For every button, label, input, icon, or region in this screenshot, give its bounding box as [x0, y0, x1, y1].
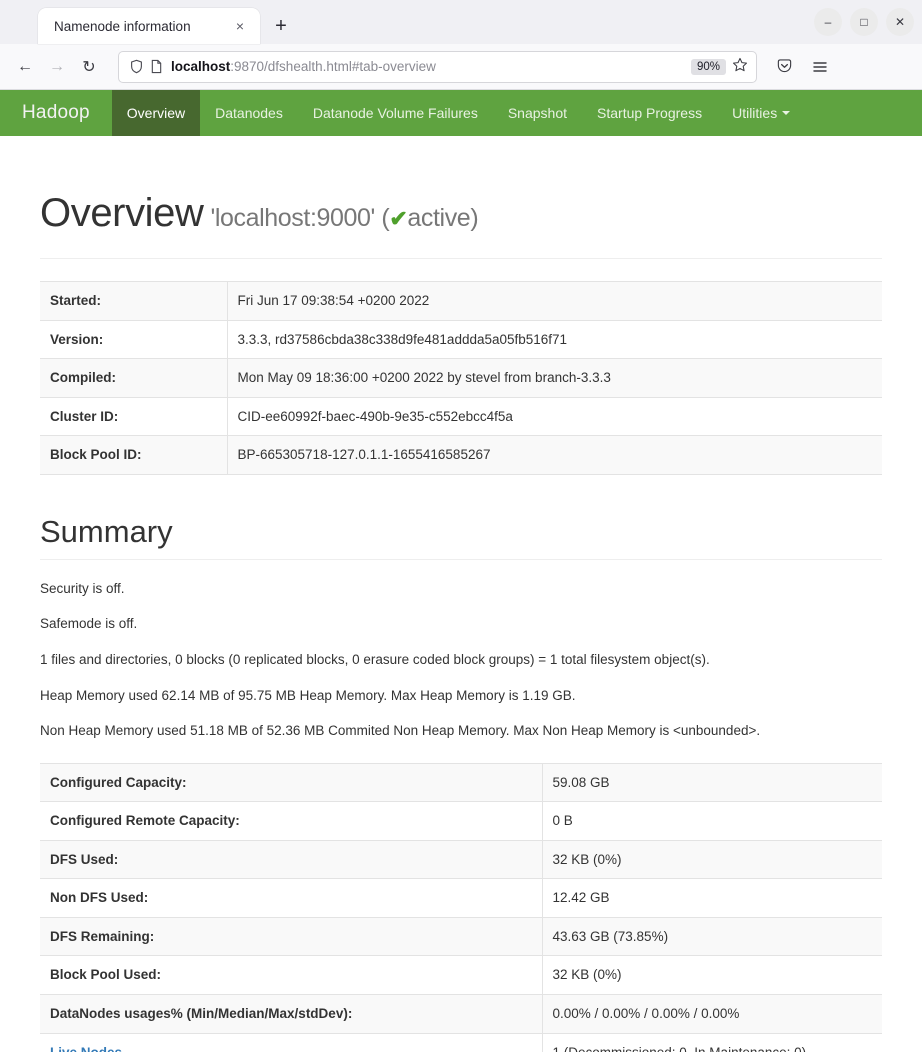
- row-label: Started:: [40, 281, 228, 321]
- nav-item-overview[interactable]: Overview: [111, 90, 201, 136]
- table-row: DataNodes usages% (Min/Median/Max/stdDev…: [40, 994, 882, 1034]
- chevron-down-icon: [782, 111, 791, 115]
- nav-item-datanodes[interactable]: Datanodes: [200, 90, 298, 136]
- overview-table: Started: Fri Jun 17 09:38:54 +0200 2022 …: [40, 281, 882, 475]
- nav-item-startup-progress[interactable]: Startup Progress: [582, 90, 717, 136]
- row-value: Mon May 09 18:36:00 +0200 2022 by stevel…: [237, 370, 611, 386]
- nav-item-datanode-volume-failures[interactable]: Datanode Volume Failures: [298, 90, 493, 136]
- back-icon[interactable]: ←: [10, 52, 40, 82]
- row-label: Version:: [40, 320, 228, 359]
- tab-title: Namenode information: [54, 18, 191, 34]
- address-bar-identity: [129, 59, 163, 74]
- browser-window: Namenode information × + – □ ✕ ← → ↻ loc: [0, 0, 922, 1052]
- pocket-glyph: [777, 59, 791, 73]
- browser-toolbar: ← → ↻ localhost:9870/dfshealth.html#tab-…: [0, 44, 922, 90]
- star-glyph: [732, 57, 748, 71]
- browser-tab[interactable]: Namenode information ×: [38, 8, 260, 44]
- table-row: Non DFS Used: 12.42 GB: [40, 878, 882, 918]
- row-value: 32 KB (0%): [552, 851, 622, 867]
- row-label: DFS Used:: [40, 840, 543, 879]
- table-row: Cluster ID: CID-ee60992f-baec-490b-9e35-…: [40, 397, 882, 436]
- summary-text-block: Security is off. Safemode is off. 1 file…: [40, 579, 882, 741]
- close-window-icon[interactable]: ✕: [886, 8, 914, 36]
- summary-line: Security is off.: [40, 580, 125, 596]
- row-label: Cluster ID:: [40, 397, 228, 436]
- nav-item-utilities-label: Utilities: [732, 105, 778, 121]
- table-row: Compiled: Mon May 09 18:36:00 +0200 2022…: [40, 358, 882, 398]
- row-value: 43.63 GB (73.85%): [552, 928, 669, 944]
- row-value: 59.08 GB: [552, 774, 610, 790]
- link-live-nodes[interactable]: Live Nodes: [50, 1045, 122, 1052]
- summary-line: Non Heap Memory used 51.18 MB of 52.36 M…: [40, 723, 761, 739]
- row-label: Compiled:: [40, 358, 228, 398]
- pocket-save-icon[interactable]: [769, 52, 799, 82]
- row-label: Block Pool ID:: [40, 435, 228, 475]
- minimize-icon[interactable]: –: [814, 8, 842, 36]
- row-label: Live Nodes: [40, 1033, 543, 1052]
- row-value: 0.00% / 0.00% / 0.00% / 0.00%: [552, 1006, 740, 1021]
- bookmark-star-icon[interactable]: [732, 57, 748, 77]
- hadoop-navbar: Hadoop Overview Datanodes Datanode Volum…: [0, 90, 922, 136]
- row-value: 32 KB (0%): [552, 967, 622, 983]
- row-label: DataNodes usages% (Min/Median/Max/stdDev…: [40, 994, 543, 1034]
- row-value: 1 (Decommissioned: 0, In Maintenance: 0): [542, 1033, 882, 1052]
- nav-item-snapshot[interactable]: Snapshot: [493, 90, 582, 136]
- hadoop-brand[interactable]: Hadoop: [0, 90, 112, 136]
- row-label: Configured Capacity:: [40, 763, 543, 802]
- table-row: Configured Remote Capacity: 0 B: [40, 801, 882, 841]
- title-divider: [40, 258, 882, 259]
- table-row: DFS Remaining: 43.63 GB (73.85%): [40, 917, 882, 956]
- nav-item-utilities[interactable]: Utilities: [717, 90, 805, 136]
- shield-icon: [131, 59, 142, 74]
- summary-line: Safemode is off.: [40, 616, 138, 632]
- page-title-text: Overview: [40, 191, 204, 235]
- summary-line: 1 files and directories, 0 blocks (0 rep…: [40, 651, 710, 667]
- check-icon: ✔: [389, 206, 408, 231]
- table-row: DFS Used: 32 KB (0%): [40, 840, 882, 879]
- page-content: Hadoop Overview Datanodes Datanode Volum…: [0, 90, 922, 1052]
- table-row: Version: 3.3.3, rd37586cbda38c338d9fe481…: [40, 320, 882, 359]
- new-tab-button[interactable]: +: [266, 11, 296, 41]
- table-row: Block Pool ID: BP-665305718-127.0.1.1-16…: [40, 435, 882, 475]
- toolbar-right-icons: [769, 52, 837, 82]
- address-bar[interactable]: localhost:9870/dfshealth.html#tab-overvi…: [118, 50, 757, 83]
- status-badge: active: [407, 204, 471, 232]
- window-controls: – □ ✕: [814, 8, 914, 36]
- row-value: BP-665305718-127.0.1.1-1655416585267: [237, 447, 491, 463]
- page-title-subtitle: 'localhost:9000' (✔active): [211, 204, 479, 232]
- row-value: 12.42 GB: [552, 890, 610, 906]
- content-container: Overview'localhost:9000' (✔active) Start…: [0, 136, 922, 1052]
- table-row: Block Pool Used: 32 KB (0%): [40, 955, 882, 995]
- summary-line: Heap Memory used 62.14 MB of 95.75 MB He…: [40, 687, 576, 703]
- tab-strip: Namenode information × + – □ ✕: [0, 0, 922, 44]
- close-icon[interactable]: ×: [230, 16, 250, 36]
- row-label: Configured Remote Capacity:: [40, 801, 543, 841]
- page-icon: [151, 59, 162, 74]
- summary-heading: Summary: [40, 514, 882, 560]
- namenode-address: 'localhost:9000' (: [210, 204, 390, 232]
- row-value: Fri Jun 17 09:38:54 +0200 2022: [237, 293, 430, 308]
- summary-table: Configured Capacity: 59.08 GB Configured…: [40, 763, 882, 1052]
- row-label: DFS Remaining:: [40, 917, 543, 956]
- table-row: Live Nodes 1 (Decommissioned: 0, In Main…: [40, 1033, 882, 1052]
- zoom-level-badge[interactable]: 90%: [690, 58, 726, 75]
- page-title: Overview'localhost:9000' (✔active): [40, 136, 882, 236]
- table-row: Configured Capacity: 59.08 GB: [40, 763, 882, 802]
- row-label: Non DFS Used:: [40, 878, 543, 918]
- row-value: 0 B: [552, 813, 573, 829]
- forward-icon[interactable]: →: [42, 52, 72, 82]
- url-path: :9870/dfshealth.html#tab-overview: [230, 59, 436, 74]
- hamburger-menu-icon[interactable]: [805, 52, 835, 82]
- row-value: CID-ee60992f-baec-490b-9e35-c552ebcc4f5a: [237, 408, 513, 424]
- url-text: localhost:9870/dfshealth.html#tab-overvi…: [171, 59, 691, 74]
- row-label: Block Pool Used:: [40, 955, 543, 995]
- url-host: localhost: [171, 59, 231, 74]
- hamburger-glyph: [813, 61, 827, 72]
- reload-icon[interactable]: ↻: [74, 52, 104, 82]
- maximize-icon[interactable]: □: [850, 8, 878, 36]
- table-row: Started: Fri Jun 17 09:38:54 +0200 2022: [40, 281, 882, 321]
- page-title-subtitle-close: ): [470, 204, 479, 232]
- row-value: 3.3.3, rd37586cbda38c338d9fe481addda5a05…: [237, 331, 568, 347]
